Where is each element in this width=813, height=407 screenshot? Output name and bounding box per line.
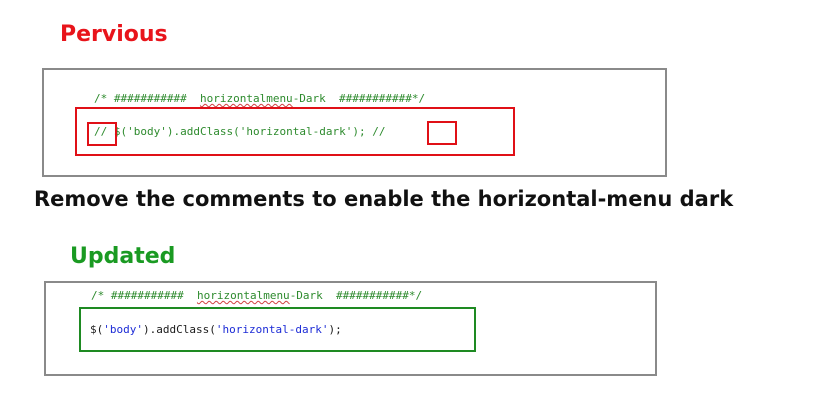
comment-prefix: /* ########### — [94, 92, 200, 105]
updated-code-box: /* ########### horizontalmenu-Dark #####… — [44, 281, 657, 376]
previous-highlight-left-comment — [87, 122, 117, 146]
updated-highlight-box — [79, 307, 476, 352]
comment-suffix: -Dark ###########*/ — [289, 289, 423, 302]
comment-word: horizontalmenu — [199, 92, 293, 105]
comment-suffix: -Dark ###########*/ — [292, 92, 426, 105]
instruction-text: Remove the comments to enable the horizo… — [34, 187, 734, 211]
previous-code-box: /* ########### horizontalmenu-Dark #####… — [42, 68, 667, 177]
updated-heading: Updated — [70, 244, 176, 269]
comment-word: horizontalmenu — [196, 289, 290, 302]
updated-comment-line: /* ########### horizontalmenu-Dark #####… — [91, 289, 422, 303]
previous-highlight-right-comment — [427, 121, 457, 145]
previous-comment-line: /* ########### horizontalmenu-Dark #####… — [94, 92, 425, 106]
comment-prefix: /* ########### — [91, 289, 197, 302]
previous-heading: Pervious — [60, 22, 168, 47]
